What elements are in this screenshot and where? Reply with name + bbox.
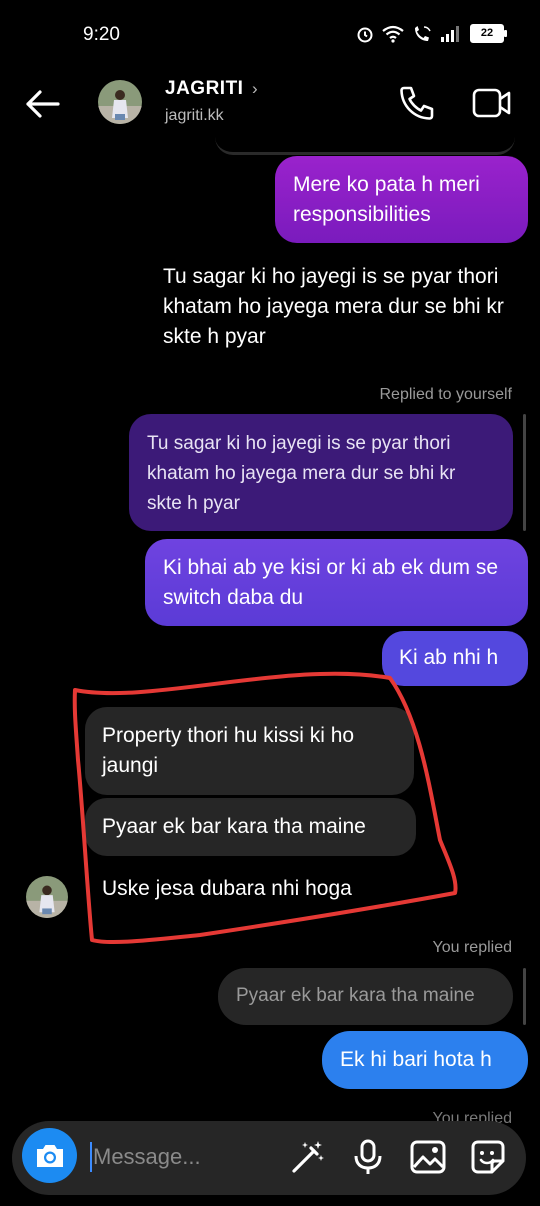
text-cursor — [90, 1142, 92, 1172]
camera-button[interactable] — [22, 1128, 77, 1183]
sticker-icon[interactable] — [468, 1137, 508, 1177]
quoted-reply[interactable]: Pyaar ek bar kara tha maine — [218, 968, 513, 1025]
magic-wand-icon[interactable] — [288, 1137, 328, 1177]
red-annotation-outline — [72, 671, 458, 945]
gallery-image-icon[interactable] — [408, 1137, 448, 1177]
quote-bar — [523, 968, 526, 1025]
camera-icon — [36, 1144, 63, 1167]
sent-message[interactable]: Ek hi bari hota h — [322, 1031, 528, 1089]
message-input[interactable] — [93, 1137, 273, 1177]
microphone-icon[interactable] — [348, 1137, 388, 1177]
you-replied-label: You replied — [432, 939, 512, 956]
